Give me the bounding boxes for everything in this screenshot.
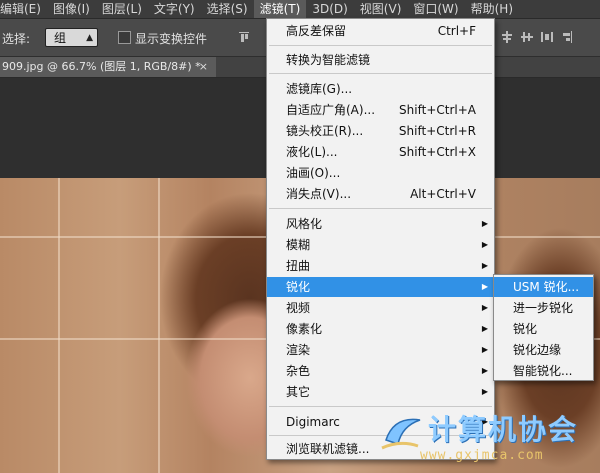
menu-item-label: 视频 [286, 301, 311, 315]
menu-item-label: Digimarc [286, 415, 340, 429]
filter-item-render[interactable]: 渲染 ▶ [267, 340, 494, 360]
submenu-arrow-icon: ▶ [481, 345, 488, 354]
submenu-arrow-icon: ▶ [481, 282, 488, 291]
menu-item-label: 油画(O)... [286, 166, 341, 180]
filter-item-video[interactable]: 视频 ▶ [267, 298, 494, 318]
filter-item-distort[interactable]: 扭曲 ▶ [267, 256, 494, 276]
menu-item-label: 杂色 [286, 364, 311, 378]
document-tab-title: 909.jpg @ 66.7% (图层 1, RGB/8#) * [2, 60, 201, 73]
auto-select-value: 组 [54, 31, 67, 45]
submenu-arrow-icon: ▶ [481, 240, 488, 249]
filter-menu: 高反差保留 Ctrl+F 转换为智能滤镜 滤镜库(G)... 自适应广角(A).… [266, 18, 495, 460]
sharpen-item-smart-sharpen[interactable]: 智能锐化... [494, 361, 593, 381]
menu-item-label: 液化(L)... [286, 145, 338, 159]
auto-select-dropdown[interactable]: 组 ▲ [45, 28, 98, 47]
watermark: 计算机协会 www.gxjmca.com [380, 408, 595, 472]
watermark-url: www.gxjmca.com [420, 448, 544, 463]
menu-item-shortcut: Shift+Ctrl+R [398, 124, 476, 138]
sharpen-item-sharpen-more[interactable]: 进一步锐化 [494, 298, 593, 318]
menu-item-label: 模糊 [286, 238, 311, 252]
tile-grout-line [158, 178, 160, 473]
distribute-center-icon[interactable] [520, 30, 534, 44]
close-icon[interactable]: × [199, 57, 208, 77]
menu-item-label: 消失点(V)... [286, 187, 352, 201]
submenu-arrow-icon: ▶ [481, 324, 488, 333]
sharpen-submenu: USM 锐化... 进一步锐化 锐化 锐化边缘 智能锐化... [493, 274, 594, 381]
sharpen-item-unsharp-mask[interactable]: USM 锐化... [494, 277, 593, 297]
menu-item-label: 自适应广角(A)... [286, 103, 376, 117]
menu-item-shortcut: Alt+Ctrl+V [410, 187, 476, 201]
show-transform-label: 显示变换控件 [135, 32, 208, 46]
menu-bar: 编辑(E) 图像(I) 图层(L) 文字(Y) 选择(S) 滤镜(T) 3D(D… [0, 0, 600, 19]
menu-item-label: 转换为智能滤镜 [286, 53, 371, 67]
menu-item-label: 浏览联机滤镜... [286, 442, 370, 456]
menu-filter[interactable]: 滤镜(T) [253, 0, 307, 18]
menu-item-shortcut: Shift+Ctrl+A [399, 103, 476, 117]
align-icons-right [500, 30, 574, 44]
menu-item-label: 滤镜库(G)... [286, 82, 353, 96]
filter-item-gallery[interactable]: 滤镜库(G)... [267, 79, 494, 99]
sharpen-item-sharpen[interactable]: 锐化 [494, 319, 593, 339]
filter-item-last-filter[interactable]: 高反差保留 Ctrl+F [267, 21, 494, 41]
menu-item-label: 像素化 [286, 322, 323, 336]
filter-item-blur[interactable]: 模糊 ▶ [267, 235, 494, 255]
menu-help[interactable]: 帮助(H) [465, 0, 519, 18]
menu-item-label: 扭曲 [286, 259, 311, 273]
menu-item-label: 其它 [286, 385, 311, 399]
menu-type[interactable]: 文字(Y) [148, 0, 201, 18]
filter-item-other[interactable]: 其它 ▶ [267, 382, 494, 402]
menu-item-shortcut: Ctrl+F [437, 24, 476, 38]
align-top-icon[interactable] [237, 30, 251, 44]
filter-item-adaptive-wide-angle[interactable]: 自适应广角(A)... Shift+Ctrl+A [267, 100, 494, 120]
menu-image[interactable]: 图像(I) [47, 0, 96, 18]
filter-item-smart-filter[interactable]: 转换为智能滤镜 [267, 50, 494, 70]
submenu-arrow-icon: ▶ [481, 366, 488, 375]
menu-separator [269, 208, 492, 209]
distribute-vertical-icon[interactable] [500, 30, 514, 44]
align-icons-left [237, 30, 251, 44]
filter-item-sharpen[interactable]: 锐化 ▶ [267, 277, 494, 297]
menu-select[interactable]: 选择(S) [201, 0, 254, 18]
filter-item-noise[interactable]: 杂色 ▶ [267, 361, 494, 381]
watermark-name: 计算机协会 [428, 413, 579, 446]
submenu-arrow-icon: ▶ [481, 261, 488, 270]
menu-separator [269, 73, 492, 74]
menu-layer[interactable]: 图层(L) [96, 0, 148, 18]
updown-arrow-icon: ▲ [86, 33, 93, 43]
filter-item-pixelate[interactable]: 像素化 ▶ [267, 319, 494, 339]
menu-item-shortcut: Shift+Ctrl+X [399, 145, 476, 159]
menu-item-label: 高反差保留 [286, 24, 347, 38]
menu-item-label: 渲染 [286, 343, 311, 357]
document-tab[interactable]: 909.jpg @ 66.7% (图层 1, RGB/8#) * × [0, 57, 216, 77]
submenu-arrow-icon: ▶ [481, 219, 488, 228]
filter-item-stylize[interactable]: 风格化 ▶ [267, 214, 494, 234]
menu-item-label: 风格化 [286, 217, 323, 231]
auto-select-label: 选择: [2, 32, 31, 46]
menu-item-label: 镜头校正(R)... [286, 124, 364, 138]
watermark-logo-icon [381, 418, 421, 450]
show-transform-checkbox[interactable] [118, 31, 131, 44]
sharpen-item-sharpen-edges[interactable]: 锐化边缘 [494, 340, 593, 360]
menu-item-label: 锐化 [286, 280, 311, 294]
menu-3d[interactable]: 3D(D) [306, 0, 353, 18]
filter-item-oil-paint[interactable]: 油画(O)... [267, 163, 494, 183]
submenu-arrow-icon: ▶ [481, 303, 488, 312]
menu-separator [269, 406, 492, 407]
distribute-horizontal-icon[interactable] [540, 30, 554, 44]
tile-grout-line [58, 178, 60, 473]
align-right-icon[interactable] [560, 30, 574, 44]
filter-item-liquify[interactable]: 液化(L)... Shift+Ctrl+X [267, 142, 494, 162]
menu-window[interactable]: 窗口(W) [407, 0, 464, 18]
menu-separator [269, 45, 492, 46]
filter-item-vanishing-point[interactable]: 消失点(V)... Alt+Ctrl+V [267, 184, 494, 204]
menu-edit[interactable]: 编辑(E) [0, 0, 47, 18]
filter-item-lens-correction[interactable]: 镜头校正(R)... Shift+Ctrl+R [267, 121, 494, 141]
submenu-arrow-icon: ▶ [481, 387, 488, 396]
menu-view[interactable]: 视图(V) [354, 0, 408, 18]
